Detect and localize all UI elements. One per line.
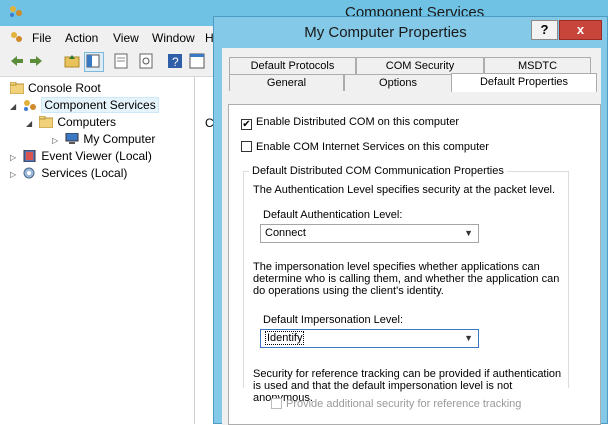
enable-cis-option[interactable]: Enable COM Internet Services on this com…: [241, 140, 489, 154]
tab-options[interactable]: Options: [344, 74, 452, 91]
services-gear-icon: [23, 167, 37, 179]
console-tree: Console Root ◢ Component Services ◢ Comp…: [6, 77, 195, 424]
collapse-triangle-icon[interactable]: ◢: [26, 115, 36, 132]
reference-tracking-checkbox[interactable]: [271, 398, 282, 409]
show-hide-tree-icon[interactable]: [84, 52, 104, 72]
tab-com-security[interactable]: COM Security: [356, 57, 484, 74]
tab-msdtc[interactable]: MSDTC: [484, 57, 591, 74]
event-viewer-icon: [23, 149, 37, 163]
tree-item-computers[interactable]: ◢ Computers: [26, 114, 116, 131]
menu-file[interactable]: File: [32, 31, 51, 45]
menu-view[interactable]: View: [113, 31, 139, 45]
expand-triangle-icon[interactable]: ▷: [52, 132, 62, 149]
help-button[interactable]: ?: [531, 20, 558, 40]
back-arrow-icon[interactable]: [8, 52, 26, 70]
folder-icon: [9, 81, 25, 95]
expand-triangle-icon[interactable]: ▷: [10, 166, 20, 183]
export-list-icon[interactable]: [137, 52, 155, 70]
default-properties-panel: ✔ Enable Distributed COM on this computer…: [228, 104, 601, 425]
tab-default-protocols[interactable]: Default Protocols: [229, 57, 356, 74]
menu-window[interactable]: Window: [152, 31, 195, 45]
dialog-body: Default Protocols COM Security MSDTC Gen…: [222, 48, 601, 425]
auth-level-value: Connect: [265, 227, 306, 239]
tree-item-my-computer[interactable]: ▷ My Computer: [52, 131, 155, 148]
folder-icon: [38, 115, 54, 129]
auth-level-dropdown[interactable]: Connect ▼: [260, 224, 479, 243]
checkmark-icon: ✔: [242, 119, 251, 130]
tree-item-console-root[interactable]: Console Root: [9, 80, 101, 97]
menu-action[interactable]: Action: [65, 31, 98, 45]
tab-default-properties[interactable]: Default Properties: [451, 73, 597, 92]
collapse-triangle-icon[interactable]: ◢: [10, 98, 20, 115]
impersonation-level-dropdown[interactable]: Identify ▼: [260, 329, 479, 348]
chevron-down-icon: ▼: [464, 333, 473, 343]
impersonation-description: The impersonation level specifies whethe…: [253, 261, 560, 297]
chevron-down-icon: ▼: [464, 228, 473, 238]
help-book-icon[interactable]: ?: [166, 52, 184, 70]
impersonation-level-label: Default Impersonation Level:: [263, 314, 404, 326]
properties-icon[interactable]: [112, 52, 130, 70]
view-pane-icon[interactable]: [188, 52, 206, 70]
component-services-icon: [8, 4, 24, 21]
svg-text:?: ?: [172, 55, 179, 69]
forward-arrow-icon[interactable]: [27, 52, 45, 70]
group-title: Default Distributed COM Communication Pr…: [249, 165, 507, 177]
computer-icon: [65, 132, 79, 145]
component-services-icon: [23, 99, 37, 111]
reference-tracking-option[interactable]: Provide additional security for referenc…: [271, 397, 521, 411]
properties-dialog: My Computer Properties ? x Default Proto…: [213, 16, 608, 425]
enable-cis-label: Enable COM Internet Services on this com…: [256, 141, 489, 153]
enable-cis-checkbox[interactable]: [241, 141, 252, 152]
tree-item-services[interactable]: ▷ Services (Local): [10, 165, 127, 182]
impersonation-level-value: Identify: [265, 331, 305, 345]
up-folder-icon[interactable]: [63, 52, 81, 70]
expand-triangle-icon[interactable]: ▷: [10, 149, 20, 166]
tree-item-event-viewer[interactable]: ▷ Event Viewer (Local): [10, 148, 152, 165]
enable-dcom-checkbox[interactable]: ✔: [241, 119, 252, 130]
tab-general[interactable]: General: [229, 74, 344, 91]
reference-tracking-label: Provide additional security for referenc…: [286, 398, 522, 410]
dcom-properties-group: Default Distributed COM Communication Pr…: [243, 165, 569, 404]
tree-item-component-services[interactable]: ◢ Component Services: [10, 97, 159, 114]
enable-dcom-option[interactable]: ✔ Enable Distributed COM on this computer: [241, 115, 459, 130]
enable-dcom-label: Enable Distributed COM on this computer: [256, 116, 459, 128]
auth-level-label: Default Authentication Level:: [263, 209, 403, 221]
close-button[interactable]: x: [559, 20, 602, 40]
system-menu-icon[interactable]: [9, 30, 23, 46]
auth-description: The Authentication Level specifies secur…: [253, 184, 556, 196]
